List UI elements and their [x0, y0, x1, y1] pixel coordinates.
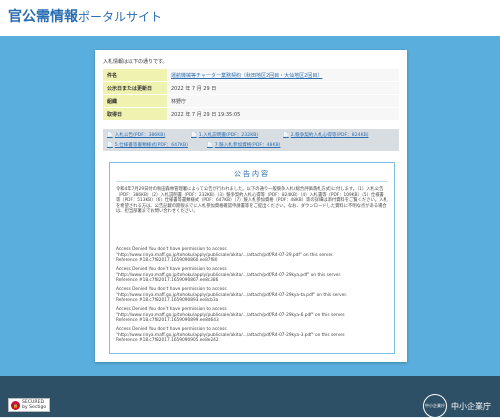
error-block: Access Denied You don't have permission …	[116, 247, 388, 264]
error-block: Access Denied You don't have permission …	[116, 267, 388, 284]
meta-value: 2022 年 7 月 29 日 19:35:05	[167, 108, 399, 120]
site-footer: 🔒 SECURED by Sectigo 中小企業庁 中小企業庁	[0, 376, 500, 418]
meta-key: 組織	[103, 95, 167, 107]
agency-name[interactable]: 中小企業庁	[451, 401, 491, 412]
meta-value: 林野庁	[167, 95, 399, 107]
error-ref: Reference #18.c7f82017.1659090867.ee8c38…	[116, 278, 219, 283]
site-title-main: 官公需情報	[8, 9, 78, 25]
attachment-link[interactable]: 1.入札説明書(PDF：232KB)	[191, 132, 258, 138]
error-block: Access Denied You don't have permission …	[116, 287, 388, 304]
announcement-body: 令和4年7月29日付の秋田森林管理署によって公告が行われました。以下の通り一般競…	[116, 187, 388, 214]
box-title: 公告内容	[234, 170, 270, 178]
meta-row: 取得日 2022 年 7 月 29 日 19:35:05	[103, 108, 399, 120]
error-block: Access Denied You don't have permission …	[116, 307, 388, 324]
attachment-link[interactable]: 2.競争契約入札心得等(PDF：824KB)	[283, 132, 369, 138]
site-title[interactable]: 官公需情報ポータルサイト	[8, 8, 162, 26]
meta-row: 公示日または更新日 2022 年 7 月 29 日	[103, 82, 399, 94]
error-block: Access Denied You don't have permission …	[116, 327, 388, 344]
divider	[116, 181, 388, 182]
meta-key: 取得日	[103, 108, 167, 120]
meta-key: 件名	[103, 69, 167, 81]
error-ref: Reference #18.c7f82017.1659090860.ee87f8…	[116, 258, 218, 263]
site-title-sub: ポータルサイト	[78, 10, 163, 24]
site-header: 官公需情報ポータルサイト	[0, 0, 500, 36]
error-ref: Reference #18.c7f82017.1659090905.ee8e24…	[116, 338, 219, 343]
meta-row: 組織 林野庁	[103, 95, 399, 107]
error-ref: Reference #18.c7f82017.1659090899.ee8d64…	[116, 318, 219, 323]
notice-text: 入札情報は以下の通りです。	[103, 59, 168, 65]
attachment-link[interactable]: 7.競入札参加資格(PDF：48KB)	[207, 142, 281, 148]
attachment-link[interactable]: 5.仕様書等書類様式(PDF：647KB)	[107, 142, 188, 148]
announcement-box: 公告内容 令和4年7月29日付の秋田森林管理署によって公告が行われました。以下の…	[109, 162, 395, 354]
detail-card: 入札情報は以下の通りです。 件名 運航機械等チャーター業務契約（秋田地区2回目・…	[95, 50, 407, 362]
lock-icon: 🔒	[11, 400, 20, 410]
agency-logo-icon[interactable]: 中小企業庁	[423, 394, 447, 418]
attachment-list: 入札公告(PDF：386KB) 1.入札説明書(PDF：232KB) 2.競争契…	[103, 129, 399, 151]
meta-value: 2022 年 7 月 29 日	[167, 82, 399, 94]
seal-by: by Sectigo	[22, 405, 47, 410]
meta-row: 件名 運航機械等チャーター業務契約（秋田地区2回目・大仙地区2回目）	[103, 69, 399, 81]
subject-link[interactable]: 運航機械等チャーター業務契約（秋田地区2回目・大仙地区2回目）	[171, 73, 322, 79]
meta-value: 運航機械等チャーター業務契約（秋田地区2回目・大仙地区2回目）	[167, 69, 399, 81]
security-seal[interactable]: 🔒 SECURED by Sectigo	[8, 398, 50, 412]
attachment-link[interactable]: 入札公告(PDF：386KB)	[107, 132, 165, 138]
error-ref: Reference #18.c7f82017.1659090893.ee8cb3…	[116, 298, 219, 303]
meta-key: 公示日または更新日	[103, 82, 167, 94]
meta-table: 件名 運航機械等チャーター業務契約（秋田地区2回目・大仙地区2回目） 公示日また…	[103, 68, 399, 121]
